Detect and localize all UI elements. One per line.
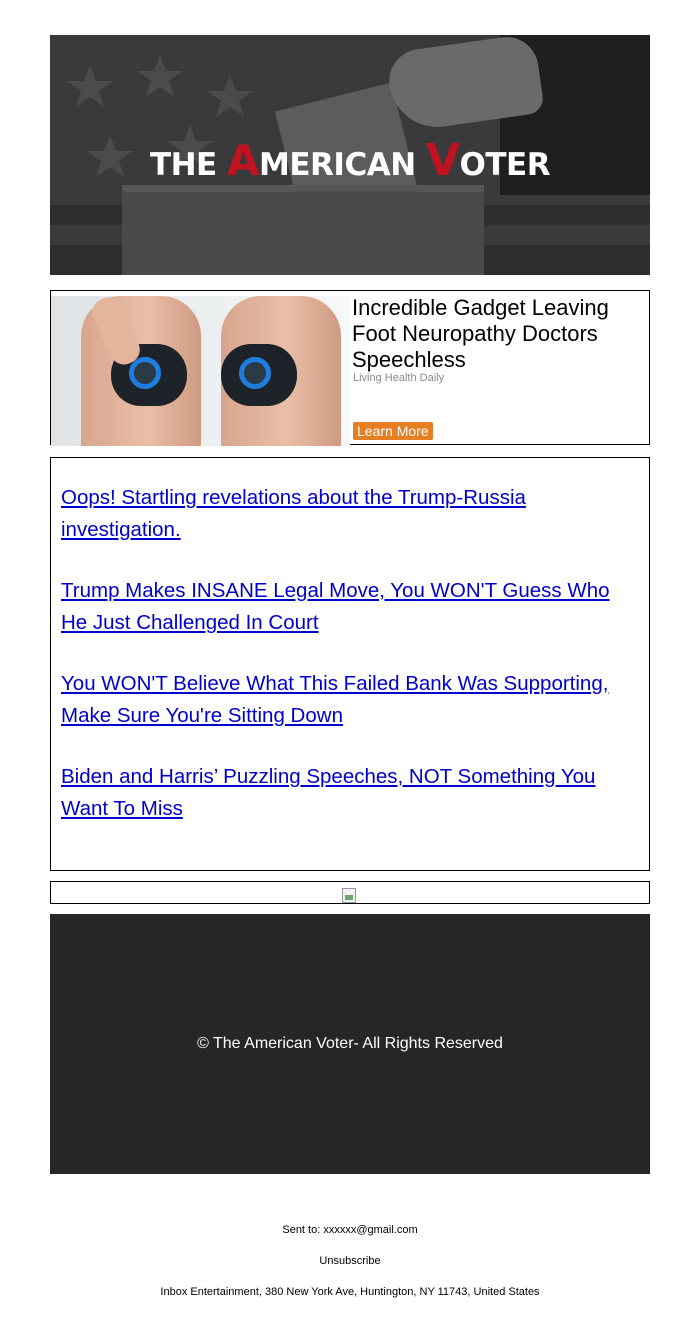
headline-link-2[interactable]: Trump Makes INSANE Legal Move, You WON'T… [61,579,610,634]
headline-link-1[interactable]: Oops! Startling revelations about the Tr… [61,486,526,541]
ad-title[interactable]: Incredible Gadget Leaving Foot Neuropath… [352,295,647,373]
broken-image-row [50,881,650,904]
headline-links: Oops! Startling revelations about the Tr… [50,457,650,871]
headline-link-4[interactable]: Biden and Harris’ Puzzling Speeches, NOT… [61,765,595,820]
broken-image-icon[interactable] [342,888,356,903]
learn-more-button[interactable]: Learn More [353,422,433,440]
ballot-box [122,192,484,275]
logo-v-checkmark-icon: V [425,135,460,186]
footer-banner: © The American Voter- All Rights Reserve… [50,914,650,1174]
list-item: Trump Makes INSANE Legal Move, You WON'T… [61,575,639,639]
link-list: Oops! Startling revelations about the Tr… [51,458,649,825]
device-pad-right [221,344,297,406]
logo-oter: OTER [459,147,551,183]
list-item: Biden and Harris’ Puzzling Speeches, NOT… [61,761,639,825]
logo-the: THE [149,147,217,183]
sponsored-ad[interactable]: Incredible Gadget Leaving Foot Neuropath… [50,290,650,446]
ad-source: Living Health Daily [353,372,445,384]
list-item: You WON'T Believe What This Failed Bank … [61,668,639,732]
company-address: Inbox Entertainment, 380 New York Ave, H… [160,1286,540,1298]
header-banner: THE AMERICAN VOTER [50,35,650,275]
sent-to-text: Sent to: xxxxxx@gmail.com [282,1224,418,1236]
unsubscribe-link[interactable]: Unsubscribe [0,1255,700,1267]
copyright-text: © The American Voter- All Rights Reserve… [197,1035,503,1052]
headline-link-3[interactable]: You WON'T Believe What This Failed Bank … [61,672,608,727]
ad-image[interactable] [51,296,350,446]
logo-a: A [227,136,260,185]
brand-logo: THE AMERICAN VOTER [50,135,650,186]
logo-merican: MERICAN [259,147,416,183]
list-item: Oops! Startling revelations about the Tr… [61,482,639,546]
